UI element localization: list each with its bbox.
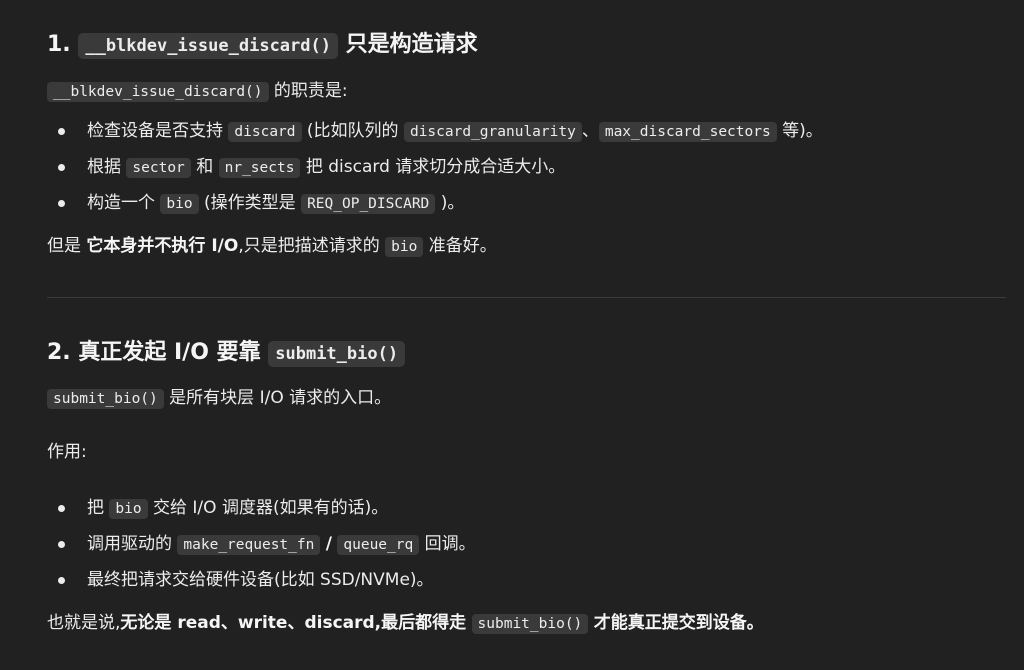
section-2-heading: 2. 真正发起 I/O 要靠 submit_bio() <box>47 338 1006 369</box>
list-separator: / <box>325 534 332 554</box>
summary-emphasis: 无论是 read、write、discard,最后都得走 <box>120 613 467 633</box>
list-text: 回调。 <box>424 534 476 554</box>
list-text: 最终把请求交给硬件设备(比如 SSD/NVMe)。 <box>87 570 434 590</box>
section-1-list: 检查设备是否支持 discard (比如队列的 discard_granular… <box>47 114 1006 222</box>
list-text: 和 <box>196 157 214 177</box>
inline-code: submit_bio() <box>47 389 164 409</box>
inline-code: sector <box>126 158 191 178</box>
section-1-intro: __blkdev_issue_discard() 的职责是: <box>47 77 1006 106</box>
section-1-heading-code: __blkdev_issue_discard() <box>78 33 338 59</box>
list-text: 、 <box>581 121 599 141</box>
list-item: 最终把请求交给硬件设备(比如 SSD/NVMe)。 <box>47 563 1006 598</box>
role-label-block: 作用: <box>47 438 1006 466</box>
list-item: 根据 sector 和 nr_sects 把 discard 请求切分成合适大小… <box>47 150 1006 186</box>
inline-code: submit_bio() <box>471 614 589 634</box>
summary-text: 但是 <box>47 236 81 256</box>
list-text: )。 <box>440 193 465 213</box>
list-text: 调用驱动的 <box>87 534 172 554</box>
section-2: 2. 真正发起 I/O 要靠 submit_bio() <box>47 338 1006 369</box>
inline-code: bio <box>160 194 199 214</box>
role-label: 作用: <box>47 442 87 462</box>
list-text: 构造一个 <box>87 193 155 213</box>
list-text: 检查设备是否支持 <box>87 121 223 141</box>
section-1-heading-text: 只是构造请求 <box>345 32 478 57</box>
list-text: 交给 I/O 调度器(如果有的话)。 <box>153 498 389 518</box>
section-2-summary: 也就是说,无论是 read、write、discard,最后都得走 submit… <box>47 609 1006 638</box>
inline-code: make_request_fn <box>177 535 321 555</box>
summary-emphasis: 它本身并不执行 I/O <box>86 236 239 256</box>
intro-text: 是所有块层 I/O 请求的入口。 <box>169 388 392 408</box>
list-text: 根据 <box>87 157 121 177</box>
summary-text: 也就是说, <box>47 613 121 633</box>
inline-code: discard_granularity <box>403 122 582 142</box>
section-2-heading-text: 2. 真正发起 I/O 要靠 <box>47 340 261 365</box>
section-1-number: 1. <box>47 32 71 57</box>
list-item: 调用驱动的 make_request_fn / queue_rq 回调。 <box>47 527 1006 563</box>
inline-code: bio <box>385 237 424 257</box>
section-2-heading-code: submit_bio() <box>268 341 406 367</box>
list-text: 把 <box>87 498 104 518</box>
list-item: 把 bio 交给 I/O 调度器(如果有的话)。 <box>47 491 1006 527</box>
list-text: (比如队列的 <box>306 121 399 141</box>
list-text: (操作类型是 <box>204 193 296 213</box>
section-2-list: 把 bio 交给 I/O 调度器(如果有的话)。 调用驱动的 make_requ… <box>47 491 1006 598</box>
inline-code: bio <box>109 499 148 519</box>
list-text: 等)。 <box>782 121 823 141</box>
inline-code: max_discard_sectors <box>598 122 777 142</box>
summary-text: ,只是把描述请求的 <box>238 236 380 256</box>
list-item: 检查设备是否支持 discard (比如队列的 discard_granular… <box>47 114 1006 150</box>
summary-emphasis: 才能真正提交到设备。 <box>593 613 764 633</box>
inline-code: REQ_OP_DISCARD <box>301 194 436 214</box>
inline-code: nr_sects <box>218 158 301 178</box>
inline-code: discard <box>228 122 302 142</box>
section-divider <box>47 297 1006 298</box>
inline-code: __blkdev_issue_discard() <box>47 82 269 102</box>
section-2-intro: submit_bio() 是所有块层 I/O 请求的入口。 <box>47 384 1006 413</box>
inline-code: queue_rq <box>337 535 420 555</box>
document-view: 1. __blkdev_issue_discard() 只是构造请求 __blk… <box>0 0 1024 670</box>
intro-text: 的职责是: <box>273 81 348 101</box>
section-1-summary: 但是 它本身并不执行 I/O,只是把描述请求的 bio 准备好。 <box>47 232 1006 261</box>
summary-text: 准备好。 <box>428 236 497 256</box>
list-item: 构造一个 bio (操作类型是 REQ_OP_DISCARD )。 <box>47 186 1006 222</box>
list-text: 把 discard 请求切分成合适大小。 <box>305 157 566 177</box>
section-1: 1. __blkdev_issue_discard() 只是构造请求 <box>47 30 1006 61</box>
section-1-heading: 1. __blkdev_issue_discard() 只是构造请求 <box>47 30 1006 61</box>
